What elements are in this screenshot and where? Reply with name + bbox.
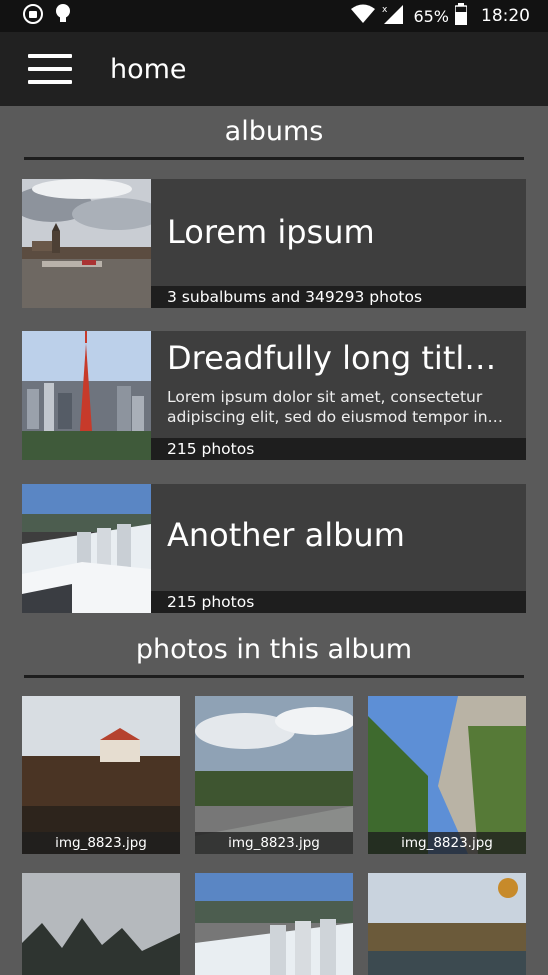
lightbulb-icon bbox=[54, 3, 72, 29]
photo-tile[interactable] bbox=[22, 873, 180, 975]
photo-caption: img_8823.jpg bbox=[195, 832, 353, 854]
battery-icon bbox=[454, 3, 468, 29]
album-title: Lorem ipsum bbox=[167, 213, 375, 251]
hamburger-menu-icon bbox=[28, 54, 72, 84]
clock: 18:20 bbox=[481, 6, 530, 26]
menu-button[interactable] bbox=[0, 32, 100, 106]
photo-caption: img_8823.jpg bbox=[22, 832, 180, 854]
album-card[interactable]: Another album 215 photos bbox=[22, 484, 526, 613]
album-count: 215 photos bbox=[151, 591, 526, 613]
album-count: 215 photos bbox=[151, 438, 526, 460]
albums-heading: albums bbox=[224, 116, 324, 147]
album-description: Lorem ipsum dolor sit amet, consectetur … bbox=[167, 387, 519, 427]
album-card[interactable]: Dreadfully long titl… Lorem ipsum dolor … bbox=[22, 331, 526, 460]
album-thumbnail bbox=[22, 331, 151, 460]
app-bar: home bbox=[0, 32, 548, 106]
battery-percent: 65% bbox=[413, 6, 449, 26]
photo-tile[interactable]: img_8823.jpg bbox=[368, 696, 526, 854]
photo-caption: img_8823.jpg bbox=[368, 832, 526, 854]
albums-divider bbox=[24, 157, 524, 160]
page-title: home bbox=[110, 53, 187, 85]
album-thumbnail bbox=[22, 179, 151, 308]
photo-tile[interactable]: img_8823.jpg bbox=[195, 696, 353, 854]
album-card[interactable]: Lorem ipsum 3 subalbums and 349293 photo… bbox=[22, 179, 526, 308]
photo-tile[interactable] bbox=[195, 873, 353, 975]
photos-divider bbox=[24, 675, 524, 678]
album-title: Another album bbox=[167, 516, 405, 554]
photo-tile[interactable]: img_8823.jpg bbox=[22, 696, 180, 854]
photo-tile[interactable] bbox=[368, 873, 526, 975]
svg-text:x: x bbox=[382, 5, 388, 15]
album-thumbnail bbox=[22, 484, 151, 613]
album-description-line: adipiscing elit, sed do eiusmod tempor i… bbox=[167, 408, 504, 426]
status-bar: x 65% 18:20 bbox=[0, 0, 548, 32]
album-description-line: Lorem ipsum dolor sit amet, consectetur bbox=[167, 388, 483, 406]
album-count: 3 subalbums and 349293 photos bbox=[151, 286, 526, 308]
wifi-icon bbox=[351, 4, 376, 28]
signal-icon: x bbox=[381, 3, 405, 29]
android-badge-icon bbox=[22, 3, 44, 29]
album-title: Dreadfully long titl… bbox=[167, 339, 497, 377]
photos-heading: photos in this album bbox=[135, 634, 413, 665]
